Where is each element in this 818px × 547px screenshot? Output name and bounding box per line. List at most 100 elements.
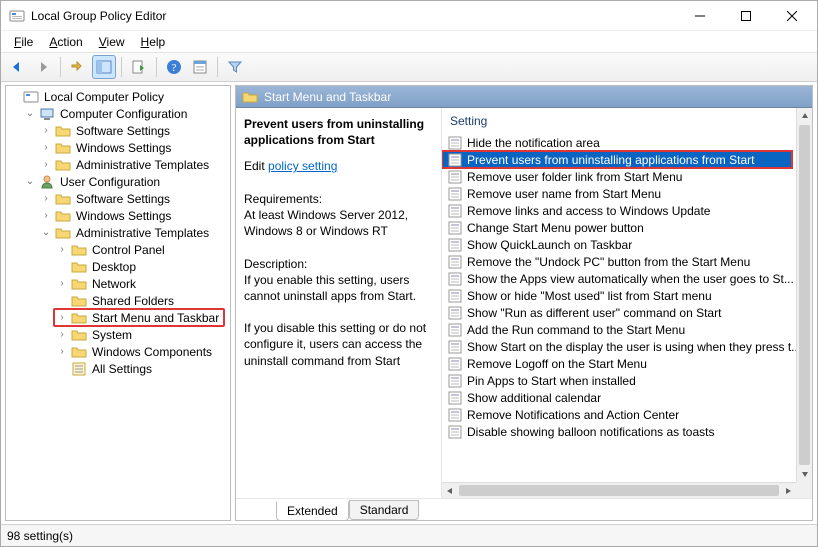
help-button[interactable]: ? (162, 55, 186, 79)
setting-row[interactable]: Disable showing balloon notifications as… (442, 423, 796, 440)
setting-row[interactable]: Remove Notifications and Action Center (442, 406, 796, 423)
setting-row[interactable]: Show or hide "Most used" list from Start… (442, 287, 796, 304)
tree-item[interactable]: ›Network (54, 275, 230, 292)
setting-label: Disable showing balloon notifications as… (467, 425, 714, 439)
chevron-right-icon[interactable]: › (56, 278, 68, 289)
setting-label: Change Start Menu power button (467, 221, 644, 235)
setting-row[interactable]: Remove Logoff on the Start Menu (442, 355, 796, 372)
chevron-right-icon[interactable]: › (56, 244, 68, 255)
setting-row[interactable]: Show additional calendar (442, 389, 796, 406)
chevron-down-icon[interactable]: ⌄ (40, 227, 52, 238)
tab-extended[interactable]: Extended (276, 501, 349, 521)
policy-icon (448, 306, 462, 320)
show-hide-tree-button[interactable] (92, 55, 116, 79)
tree-item[interactable]: ›Start Menu and Taskbar (54, 309, 224, 326)
export-button[interactable] (127, 55, 151, 79)
folder-icon (71, 310, 87, 326)
chevron-right-icon[interactable]: › (40, 125, 52, 136)
tree-item[interactable]: ›Software Settings (38, 190, 230, 207)
tree-root[interactable]: Local Computer Policy (6, 88, 230, 105)
horizontal-scrollbar[interactable] (442, 482, 796, 498)
tree-user-config[interactable]: ⌄ User Configuration (22, 173, 230, 190)
vertical-scrollbar[interactable] (796, 108, 812, 482)
scroll-right-icon[interactable] (780, 483, 796, 498)
policy-icon (448, 408, 462, 422)
tree-item[interactable]: ›Windows Settings (38, 139, 230, 156)
setting-row[interactable]: Show QuickLaunch on Taskbar (442, 236, 796, 253)
up-button[interactable] (66, 55, 90, 79)
properties-button[interactable] (188, 55, 212, 79)
edit-policy-link[interactable]: policy setting (268, 159, 337, 173)
setting-row[interactable]: Change Start Menu power button (442, 219, 796, 236)
status-text: 98 setting(s) (7, 529, 73, 543)
chevron-down-icon[interactable]: ⌄ (24, 108, 36, 119)
setting-row[interactable]: Remove user name from Start Menu (442, 185, 796, 202)
setting-row[interactable]: Pin Apps to Start when installed (442, 372, 796, 389)
menu-action[interactable]: Action (42, 33, 89, 51)
tree-label: Administrative Templates (74, 226, 211, 240)
tree-label: Control Panel (90, 243, 167, 257)
tree-item[interactable]: Desktop (54, 258, 230, 275)
chevron-right-icon[interactable]: › (56, 312, 68, 323)
tab-standard[interactable]: Standard (349, 500, 420, 520)
tree-item[interactable]: ›System (54, 326, 230, 343)
tree-item[interactable]: › Control Panel (54, 241, 230, 258)
tree-item[interactable]: All Settings (54, 360, 230, 377)
setting-row[interactable]: Add the Run command to the Start Menu (442, 321, 796, 338)
close-button[interactable] (769, 1, 815, 30)
scroll-down-icon[interactable] (797, 466, 812, 482)
details-pane: Start Menu and Taskbar Prevent users fro… (235, 85, 813, 521)
minimize-button[interactable] (677, 1, 723, 30)
chevron-right-icon[interactable]: › (40, 159, 52, 170)
chevron-right-icon[interactable]: › (56, 346, 68, 357)
tree-computer-config[interactable]: ⌄ Computer Configuration (22, 105, 230, 122)
folder-icon (242, 89, 258, 105)
setting-row[interactable]: Remove links and access to Windows Updat… (442, 202, 796, 219)
tree-label: Windows Settings (74, 209, 173, 223)
setting-row[interactable]: Show the Apps view automatically when th… (442, 270, 796, 287)
setting-row[interactable]: Show Start on the display the user is us… (442, 338, 796, 355)
setting-label: Add the Run command to the Start Menu (467, 323, 685, 337)
chevron-right-icon[interactable]: › (40, 210, 52, 221)
filter-button[interactable] (223, 55, 247, 79)
computer-icon (39, 106, 55, 122)
policy-icon (448, 238, 462, 252)
maximize-button[interactable] (723, 1, 769, 30)
scroll-thumb[interactable] (799, 125, 810, 465)
settings-list[interactable]: Hide the notification areaPrevent users … (442, 134, 796, 482)
setting-label: Remove Notifications and Action Center (467, 408, 679, 422)
tree-item[interactable]: Shared Folders (54, 292, 230, 309)
scroll-thumb[interactable] (459, 485, 779, 496)
folder-icon (71, 327, 87, 343)
policy-icon (448, 323, 462, 337)
tree-label: Administrative Templates (74, 158, 211, 172)
tree-label: Desktop (90, 260, 138, 274)
menu-view[interactable]: View (92, 33, 132, 51)
back-button[interactable] (5, 55, 29, 79)
setting-label: Remove links and access to Windows Updat… (467, 204, 710, 218)
tree-item[interactable]: › Windows Settings (38, 207, 230, 224)
setting-row[interactable]: Remove user folder link from Start Menu (442, 168, 796, 185)
tree-admin-templates[interactable]: ⌄ Administrative Templates (38, 224, 230, 241)
setting-row[interactable]: Show "Run as different user" command on … (442, 304, 796, 321)
tree-item[interactable]: ›Software Settings (38, 122, 230, 139)
chevron-right-icon[interactable]: › (40, 142, 52, 153)
folder-icon (71, 344, 87, 360)
chevron-right-icon[interactable]: › (56, 329, 68, 340)
policy-root-icon (23, 89, 39, 105)
setting-row[interactable]: Hide the notification area (442, 134, 796, 151)
tree-pane[interactable]: Local Computer Policy ⌄ Computer Configu… (5, 85, 231, 521)
app-icon (9, 8, 25, 24)
menu-file[interactable]: File (7, 33, 40, 51)
chevron-down-icon[interactable]: ⌄ (24, 176, 36, 187)
scroll-left-icon[interactable] (442, 483, 458, 498)
scroll-up-icon[interactable] (797, 108, 812, 124)
forward-button[interactable] (31, 55, 55, 79)
chevron-right-icon[interactable]: › (40, 193, 52, 204)
tree-item[interactable]: › Administrative Templates (38, 156, 230, 173)
menu-help[interactable]: Help (134, 33, 173, 51)
settings-column-header[interactable]: Setting (442, 108, 812, 132)
tree-item[interactable]: ›Windows Components (54, 343, 230, 360)
setting-row[interactable]: Remove the "Undock PC" button from the S… (442, 253, 796, 270)
setting-row[interactable]: Prevent users from uninstalling applicat… (442, 151, 792, 168)
